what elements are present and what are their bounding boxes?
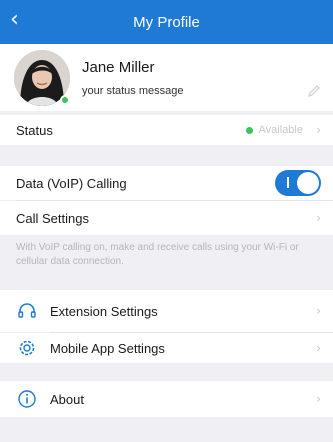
status-value: Available: [258, 124, 303, 136]
call-settings-label: Call Settings: [16, 210, 89, 226]
back-chevron-icon[interactable]: ‹: [10, 8, 19, 32]
gear-icon: [19, 340, 35, 356]
call-settings-row[interactable]: Call Settings ›: [0, 201, 333, 235]
extension-settings-label: Extension Settings: [50, 303, 158, 319]
voip-calling-toggle[interactable]: [275, 170, 321, 196]
chevron-right-icon: ›: [316, 341, 321, 355]
page-title: My Profile: [133, 13, 200, 31]
profile-name: Jane Miller: [82, 59, 155, 76]
info-icon: [18, 390, 36, 408]
presence-indicator: [60, 95, 70, 105]
voip-calling-row: Data (VoIP) Calling: [0, 166, 333, 200]
toggle-on-mark: [287, 177, 289, 188]
profile-card[interactable]: Jane Miller your status message: [0, 44, 333, 111]
headset-icon: [18, 303, 36, 318]
toggle-knob: [297, 172, 319, 194]
status-dot: [246, 126, 253, 134]
chevron-right-icon: ›: [316, 211, 321, 225]
mobile-app-settings-label: Mobile App Settings: [50, 340, 165, 356]
chevron-right-icon: ›: [316, 123, 321, 137]
navigation-bar: ‹ My Profile: [0, 0, 333, 44]
status-message[interactable]: your status message: [82, 85, 184, 97]
chevron-right-icon: ›: [316, 304, 321, 318]
status-label: Status: [16, 122, 53, 138]
extension-settings-row[interactable]: Extension Settings ›: [0, 290, 333, 332]
pencil-icon[interactable]: [307, 84, 321, 98]
voip-footnote: With VoIP calling on, make and receive c…: [16, 242, 299, 267]
mobile-app-settings-row[interactable]: Mobile App Settings ›: [0, 333, 333, 363]
chevron-right-icon: ›: [316, 392, 321, 406]
about-label: About: [50, 391, 84, 407]
voip-calling-label: Data (VoIP) Calling: [16, 175, 127, 191]
about-row[interactable]: About ›: [0, 381, 333, 417]
status-row[interactable]: Status Available ›: [0, 115, 333, 145]
